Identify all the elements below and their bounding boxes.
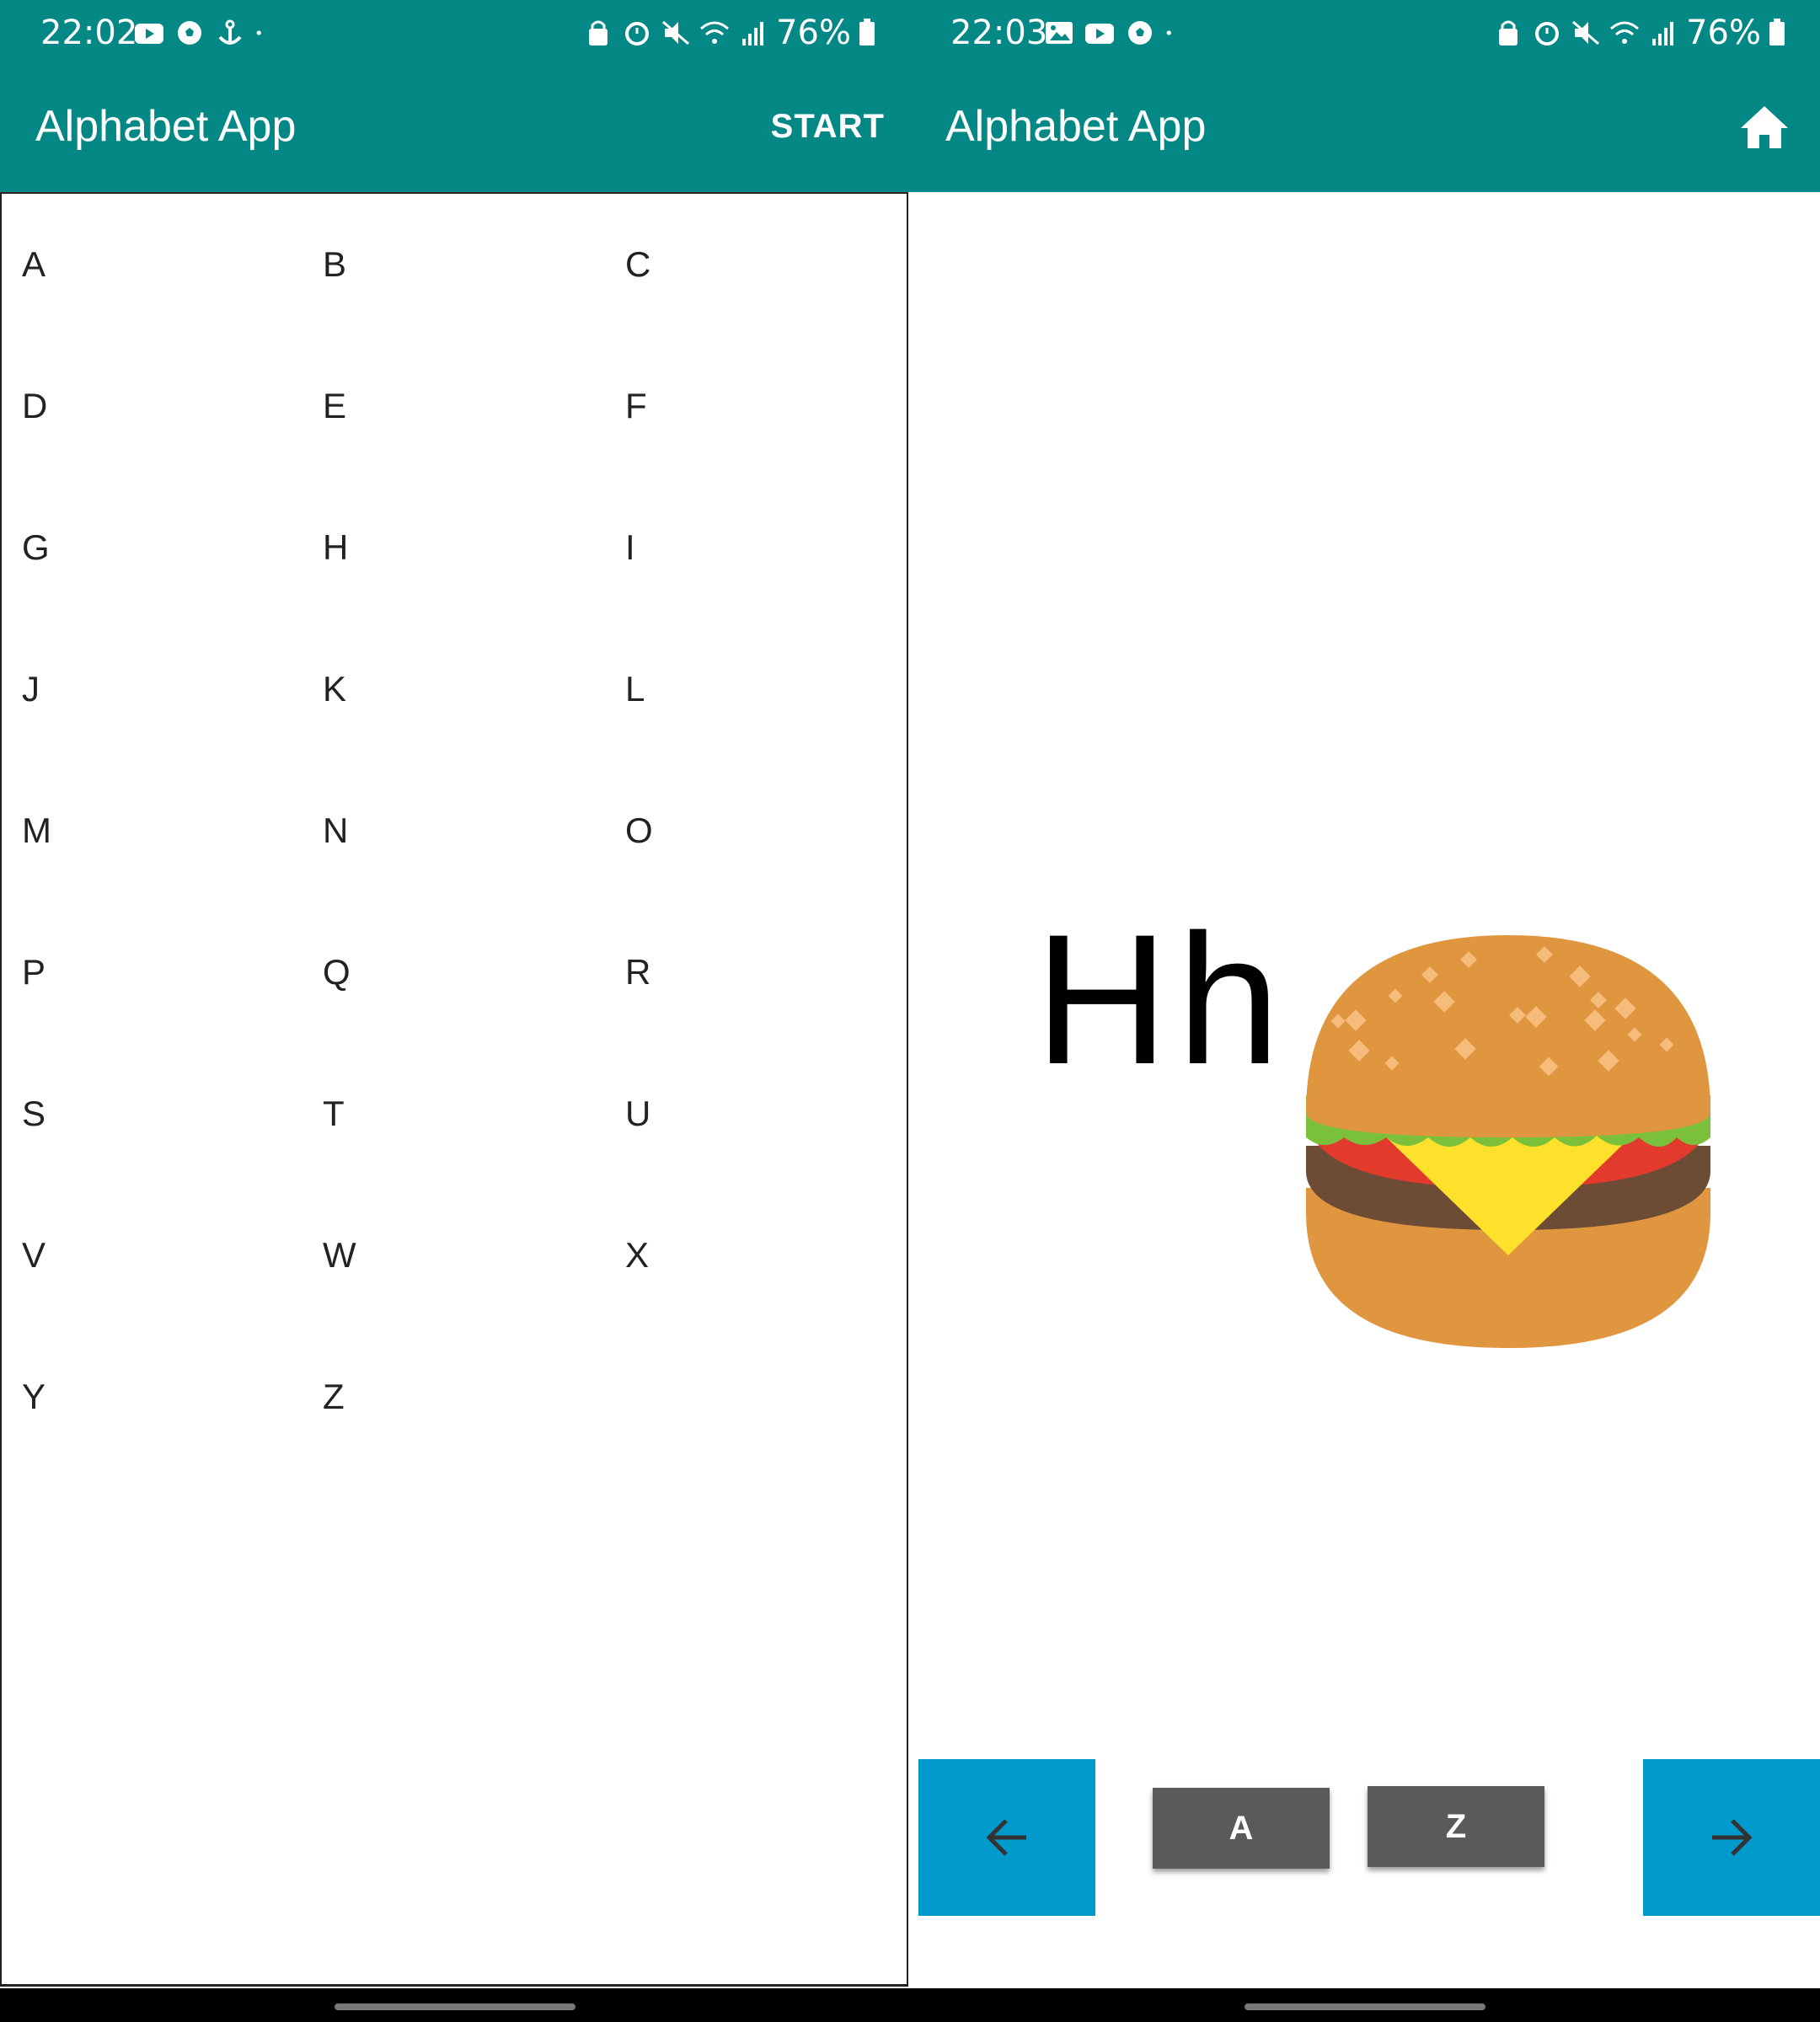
signal-icon (742, 22, 764, 45)
battery-icon (859, 19, 875, 45)
letter-item[interactable]: B (323, 244, 346, 285)
letter-item[interactable]: M (22, 810, 51, 851)
first-letter-button[interactable]: A (1153, 1788, 1330, 1869)
letter-item[interactable]: S (22, 1094, 46, 1134)
letter-detail-screen: 22:03 76% Alphabet App Hh A Z (910, 0, 1820, 2022)
youtube-icon (1085, 24, 1114, 44)
letter-item[interactable]: G (22, 527, 50, 568)
letter-item[interactable]: X (625, 1235, 649, 1276)
home-gesture-pill[interactable] (335, 2003, 575, 2010)
notification-icons (1043, 19, 1181, 47)
battery-percent: 76% (1686, 13, 1761, 52)
letter-item[interactable]: R (625, 952, 650, 992)
app-bar: Alphabet App (910, 66, 1820, 192)
last-letter-button[interactable]: Z (1368, 1786, 1544, 1867)
letter-item[interactable]: K (323, 669, 346, 709)
letter-item[interactable]: H (323, 527, 348, 568)
letter-item[interactable]: Z (323, 1377, 345, 1417)
battery-icon (1769, 19, 1785, 45)
letter-item[interactable]: V (22, 1235, 46, 1276)
letter-item[interactable]: E (323, 386, 346, 426)
letter-item[interactable]: T (323, 1094, 345, 1134)
letter-item[interactable]: F (625, 386, 647, 426)
mute-icon (662, 20, 690, 45)
letter-item[interactable]: L (625, 669, 645, 709)
lock-icon (1499, 20, 1518, 45)
letter-display: Hh (1035, 896, 1289, 1103)
previous-button[interactable] (918, 1759, 1095, 1916)
letter-item[interactable]: W (323, 1235, 356, 1276)
system-status: 76% (582, 13, 876, 52)
home-gesture-pill[interactable] (1245, 2003, 1485, 2010)
alarm-icon (1535, 22, 1560, 45)
letter-item[interactable]: J (22, 669, 40, 709)
hamburger-emoji (1306, 935, 1710, 1348)
status-time: 22:02 (40, 13, 138, 52)
letter-grid: A B C D E F G H I J K L M N O P Q R S T … (0, 192, 908, 1987)
notification-icons (133, 19, 271, 47)
letter-item[interactable]: Q (323, 952, 351, 992)
image-icon (1046, 22, 1073, 44)
wifi-icon (700, 21, 730, 44)
wifi-icon (1610, 21, 1640, 44)
soccer-ball-icon (178, 21, 201, 45)
youtube-icon (135, 24, 163, 44)
navigation-bar (0, 1988, 910, 2022)
battery-percent: 76% (776, 13, 851, 52)
lock-icon (589, 20, 608, 45)
start-button[interactable]: START (771, 108, 885, 146)
next-button[interactable] (1643, 1759, 1820, 1916)
letter-item[interactable]: U (625, 1094, 650, 1134)
alarm-icon (625, 22, 650, 45)
letter-item[interactable]: N (323, 810, 348, 851)
status-bar: 22:02 76% (0, 0, 910, 66)
navigation-bar (910, 1988, 1820, 2022)
system-status: 76% (1492, 13, 1786, 52)
status-bar: 22:03 76% (910, 0, 1820, 66)
mute-icon (1572, 20, 1600, 45)
arrow-right-icon (1712, 1819, 1753, 1856)
soccer-ball-icon (1128, 21, 1152, 45)
app-title: Alphabet App (35, 102, 297, 151)
dot-icon (1166, 30, 1171, 35)
letter-item[interactable]: A (22, 244, 46, 285)
app-title: Alphabet App (945, 102, 1207, 151)
letter-item[interactable]: D (22, 386, 47, 426)
letter-item[interactable]: Y (22, 1377, 46, 1417)
letter-item[interactable]: O (625, 810, 653, 851)
letter-item[interactable]: C (625, 244, 650, 285)
letter-item[interactable]: I (625, 527, 635, 568)
home-icon[interactable] (1739, 103, 1790, 150)
signal-icon (1652, 22, 1674, 45)
letter-item[interactable]: P (22, 952, 46, 992)
status-time: 22:03 (950, 13, 1048, 52)
app-bar: Alphabet App START (0, 66, 910, 192)
arrow-left-icon (986, 1819, 1026, 1856)
alphabet-list-screen: 22:02 76% Alphabet App START A B C D E F… (0, 0, 910, 2022)
anchor-icon (218, 19, 242, 45)
dot-icon (256, 30, 261, 35)
